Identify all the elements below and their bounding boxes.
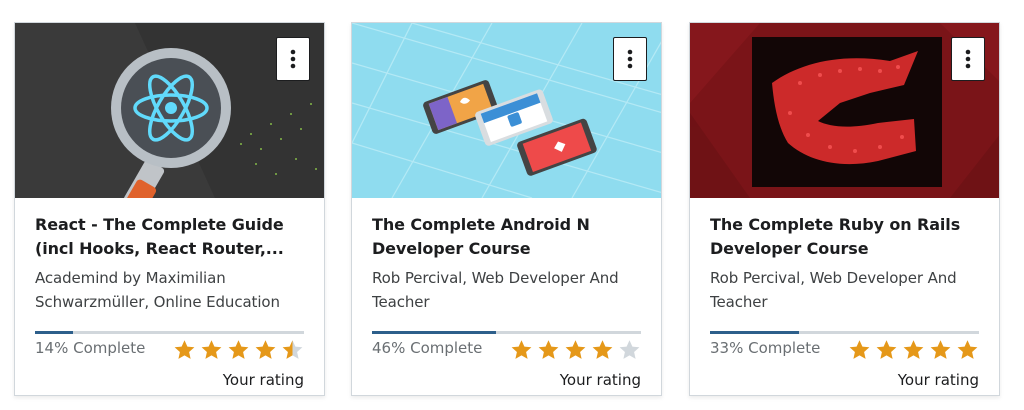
course-instructor: Rob Percival, Web Developer And Teacher	[710, 269, 957, 311]
star-rating[interactable]	[173, 339, 304, 361]
your-rating-label[interactable]: Your rating	[223, 370, 304, 390]
course-card-rails[interactable]: The Complete Ruby on Rails Developer Cou…	[689, 22, 1000, 396]
progress-fill	[372, 331, 496, 334]
progress-fill	[710, 331, 799, 334]
star-filled-icon[interactable]	[254, 339, 277, 361]
star-filled-icon[interactable]	[902, 339, 925, 361]
more-vertical-icon	[290, 49, 296, 69]
star-filled-icon[interactable]	[591, 339, 614, 361]
star-empty-icon[interactable]	[618, 339, 641, 361]
course-title[interactable]: The Complete Android N Developer Course	[372, 213, 641, 261]
progress-bar	[35, 331, 304, 334]
course-options-button[interactable]	[613, 37, 647, 81]
star-filled-icon[interactable]	[173, 339, 196, 361]
star-filled-icon[interactable]	[537, 339, 560, 361]
progress-bar	[710, 331, 979, 334]
progress-bar	[372, 331, 641, 334]
course-title[interactable]: The Complete Ruby on Rails Developer Cou…	[710, 213, 979, 261]
star-half-icon[interactable]	[281, 339, 304, 361]
progress-fill	[35, 331, 73, 334]
course-instructor: Academind by Maximilian Schwarzmüller, O…	[35, 269, 280, 311]
course-card-react[interactable]: React - The Complete Guide (incl Hooks, …	[14, 22, 325, 396]
star-filled-icon[interactable]	[848, 339, 871, 361]
progress-text: 14% Complete	[35, 339, 146, 357]
course-options-button[interactable]	[951, 37, 985, 81]
more-vertical-icon	[627, 49, 633, 69]
course-title[interactable]: React - The Complete Guide (incl Hooks, …	[35, 213, 304, 261]
star-rating[interactable]	[848, 339, 979, 361]
star-filled-icon[interactable]	[200, 339, 223, 361]
your-rating-label[interactable]: Your rating	[560, 370, 641, 390]
course-card-android[interactable]: The Complete Android N Developer Course …	[351, 22, 662, 396]
star-filled-icon[interactable]	[564, 339, 587, 361]
more-vertical-icon	[965, 49, 971, 69]
course-options-button[interactable]	[276, 37, 310, 81]
progress-text: 46% Complete	[372, 339, 483, 357]
star-filled-icon[interactable]	[227, 339, 250, 361]
star-filled-icon[interactable]	[929, 339, 952, 361]
your-rating-label[interactable]: Your rating	[898, 370, 979, 390]
star-rating[interactable]	[510, 339, 641, 361]
course-instructor: Rob Percival, Web Developer And Teacher	[372, 269, 619, 311]
progress-text: 33% Complete	[710, 339, 821, 357]
star-filled-icon[interactable]	[510, 339, 533, 361]
star-filled-icon[interactable]	[875, 339, 898, 361]
star-filled-icon[interactable]	[956, 339, 979, 361]
